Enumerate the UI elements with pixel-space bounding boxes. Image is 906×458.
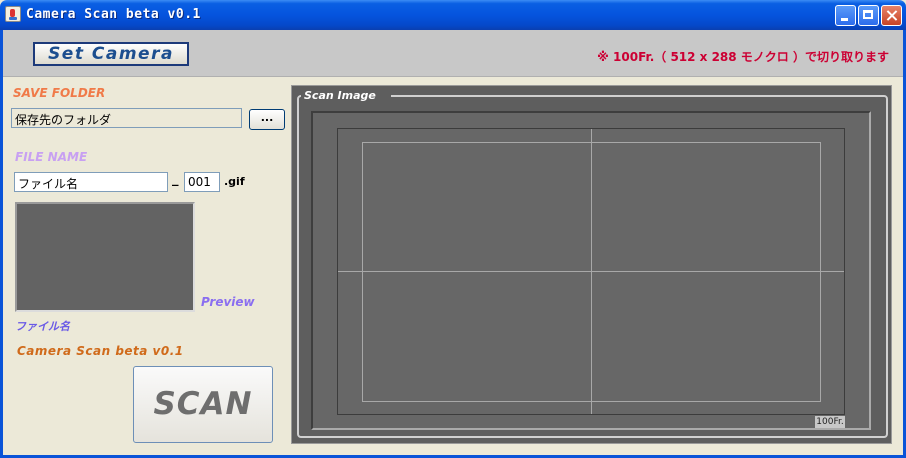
- scan-image-title: Scan Image: [304, 89, 376, 102]
- title-bar: Camera Scan beta v0.1: [0, 0, 906, 30]
- frame-size-badge: 100Fr.: [815, 416, 845, 428]
- minimize-button[interactable]: [835, 5, 856, 26]
- preview-label: Preview: [201, 295, 255, 309]
- scan-button[interactable]: SCAN: [133, 366, 273, 443]
- preview-image: [15, 202, 195, 312]
- app-name-label: Camera Scan beta v0.1: [17, 344, 184, 358]
- file-name-separator: _: [172, 172, 179, 187]
- browse-folder-button[interactable]: ...: [249, 109, 285, 130]
- save-folder-label: SAVE FOLDER: [13, 86, 106, 100]
- set-camera-button[interactable]: Set Camera: [33, 42, 189, 66]
- window-title: Camera Scan beta v0.1: [26, 7, 201, 22]
- file-name-label: FILE NAME: [15, 150, 88, 164]
- java-app-icon: [5, 6, 21, 22]
- file-number-field[interactable]: 001: [184, 172, 220, 192]
- preview-file-name: ファイル名: [15, 320, 70, 333]
- crop-notice: ※ 100Fr.（ 512 x 288 モノクロ ）で切り取ります: [597, 50, 889, 64]
- maximize-button[interactable]: [858, 5, 879, 26]
- window-frame-left: [0, 30, 3, 458]
- save-folder-field[interactable]: 保存先のフォルダ: [11, 108, 242, 128]
- scan-crosshair-vertical: [591, 129, 592, 414]
- file-extension-label: .gif: [224, 175, 245, 188]
- close-button[interactable]: [881, 5, 902, 26]
- file-name-field[interactable]: ファイル名: [14, 172, 168, 192]
